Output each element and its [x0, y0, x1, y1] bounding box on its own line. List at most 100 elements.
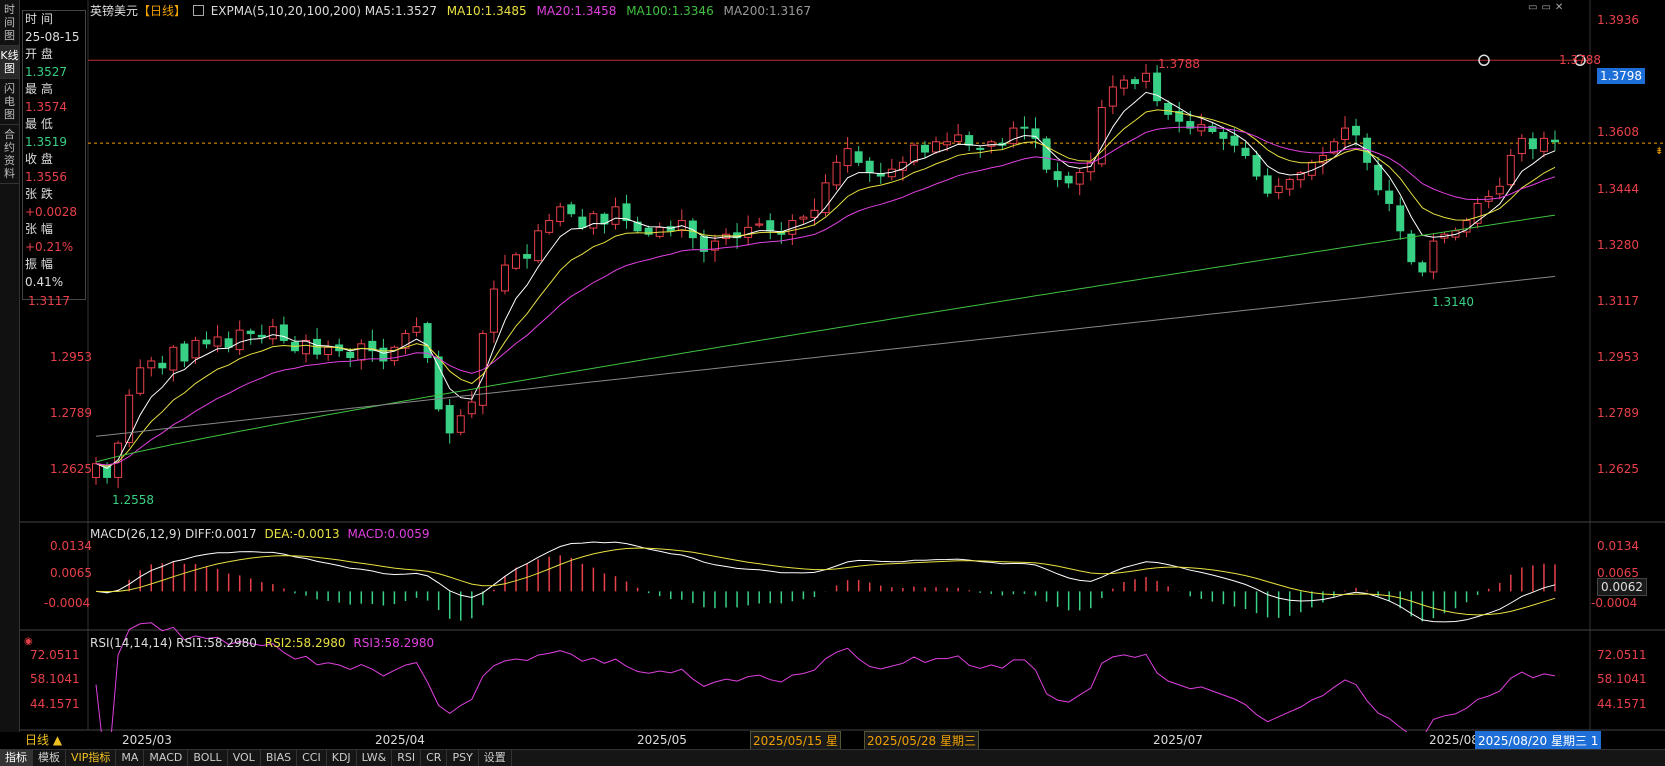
candle-body: [1097, 107, 1106, 165]
candle-body: [1551, 139, 1559, 143]
tab-ma[interactable]: MA: [116, 750, 145, 766]
low-label: 最 低: [25, 117, 53, 131]
candle-body: [1197, 124, 1206, 132]
candle-body: [854, 151, 863, 163]
x-label: 2025/03: [122, 733, 172, 747]
x-cursor-label: 2025/05/28 星期三: [864, 731, 979, 750]
x-cursor-label: 2025/05/15 星: [750, 731, 841, 750]
tab-boll[interactable]: BOLL: [188, 750, 228, 766]
tab-cr[interactable]: CR: [421, 750, 448, 766]
minimize-icon[interactable]: ▭: [1528, 2, 1541, 13]
open-value: 1.3527: [25, 64, 67, 79]
candle-body: [1285, 178, 1294, 190]
period-button[interactable]: 日线 ▲: [25, 731, 85, 748]
x-label: 2025/04: [375, 733, 425, 747]
candle-body: [744, 226, 753, 238]
tab-lw[interactable]: LW&: [357, 750, 393, 766]
current-price-arrow-icon: ⇟: [1655, 146, 1664, 157]
x-label: 2025/05: [637, 733, 687, 747]
tab-rsi[interactable]: RSI: [392, 750, 422, 766]
tab-settings[interactable]: 设置: [479, 750, 512, 766]
candle-body: [954, 134, 963, 142]
candle-body: [1418, 262, 1427, 273]
tab-cci[interactable]: CCI: [297, 750, 327, 766]
ma100-value: MA100:1.3346: [626, 4, 714, 18]
candle-body: [1053, 171, 1062, 180]
restore-icon[interactable]: ▭: [1541, 2, 1554, 13]
period-label: 【日线】: [138, 4, 187, 18]
candle-body: [1064, 175, 1073, 184]
candle-body: [346, 351, 355, 359]
open-label: 开 盘: [25, 47, 53, 61]
left-y-tick: 1.2953: [50, 350, 92, 364]
candle-body: [202, 339, 211, 345]
candle-body: [246, 330, 255, 335]
left-y-tick: 1.2789: [50, 406, 92, 420]
y-tick: 1.3117: [1597, 294, 1639, 308]
candle-body: [523, 254, 532, 259]
candle-body: [1230, 135, 1239, 146]
low-value: 1.3519: [25, 134, 67, 149]
candle-body: [865, 160, 874, 174]
tab-vol[interactable]: VOL: [228, 750, 261, 766]
macd-header: MACD(26,12,9) DIFF:0.0017 DEA:-0.0013 MA…: [90, 527, 430, 541]
rsi-left-tick: 58.1041: [30, 672, 80, 686]
macd-value-tag: 0.0062: [1597, 578, 1647, 596]
rsi2-value: RSI2:58.2980: [264, 636, 346, 650]
candle-body: [1263, 175, 1272, 194]
tab-psy[interactable]: PSY: [447, 750, 479, 766]
tab-time-chart[interactable]: 时间图: [0, 0, 19, 46]
candle-body: [1352, 125, 1361, 136]
time-label: 时 间: [25, 12, 53, 26]
close-value: 1.3556: [25, 169, 67, 184]
rsi-settings-icon[interactable]: ◉: [24, 636, 33, 647]
symbol-name: 英镑美元: [90, 4, 139, 18]
candle-body: [556, 206, 565, 223]
candle-body: [567, 204, 576, 215]
candle-body: [1429, 240, 1438, 273]
indicator-name: EXPMA(5,10,20,100,200): [210, 4, 361, 18]
candle-body: [987, 141, 996, 147]
candle-body: [1020, 126, 1029, 129]
candle-body: [965, 135, 974, 146]
macd-value: MACD:0.0059: [347, 527, 430, 541]
tab-kline-chart[interactable]: K线图: [0, 46, 19, 79]
tab-macd[interactable]: MACD: [144, 750, 189, 766]
tab-templates[interactable]: 模板: [33, 750, 66, 766]
candle-body: [136, 367, 145, 394]
candle-body: [512, 254, 521, 269]
candle-body: [932, 141, 941, 153]
expma-settings-icon[interactable]: [192, 5, 204, 16]
rsi-header: RSI(14,14,14) RSI1:58.2980 RSI2:58.2980 …: [90, 636, 434, 650]
ma200-value: MA200:1.3167: [723, 4, 812, 18]
macd-dea: DEA:-0.0013: [264, 527, 340, 541]
y-tick: 1.3608: [1597, 125, 1639, 139]
tab-kdj[interactable]: KDJ: [327, 750, 357, 766]
y-tick: 1.3280: [1597, 238, 1639, 252]
candle-body: [1241, 147, 1250, 156]
candle-body: [534, 230, 543, 262]
close-icon[interactable]: ✕: [1555, 2, 1567, 13]
tab-vip-indicators[interactable]: VIP指标: [66, 750, 117, 766]
x-label: 2025/07: [1153, 733, 1203, 747]
left-y-tick: 1.2625: [50, 462, 92, 476]
candle-body: [1119, 79, 1128, 89]
candle-body: [489, 288, 498, 333]
candle-body: [1252, 155, 1261, 177]
macd-left-tick: 0.0134: [50, 539, 92, 553]
candle-body: [445, 405, 454, 434]
candle-body: [1495, 185, 1504, 195]
ema100-line: [95, 214, 1556, 463]
tab-flash-chart[interactable]: 闪电图: [0, 79, 19, 125]
x-label: 2025/08: [1429, 733, 1479, 747]
chart-canvas[interactable]: [0, 0, 1665, 732]
candle-body: [1517, 137, 1526, 155]
candle-body: [1407, 233, 1416, 263]
hline-price-tag[interactable]: 1.3798: [1597, 68, 1645, 84]
tab-indicators[interactable]: 指标: [0, 750, 33, 766]
tab-contract-info[interactable]: 合约资料: [0, 125, 19, 184]
tab-bias[interactable]: BIAS: [261, 750, 298, 766]
chart-header: 英镑美元【日线】 EXPMA(5,10,20,100,200) MA5:1.35…: [90, 2, 811, 19]
y-tick: 1.3936: [1597, 13, 1639, 27]
candle-body: [1042, 138, 1051, 170]
